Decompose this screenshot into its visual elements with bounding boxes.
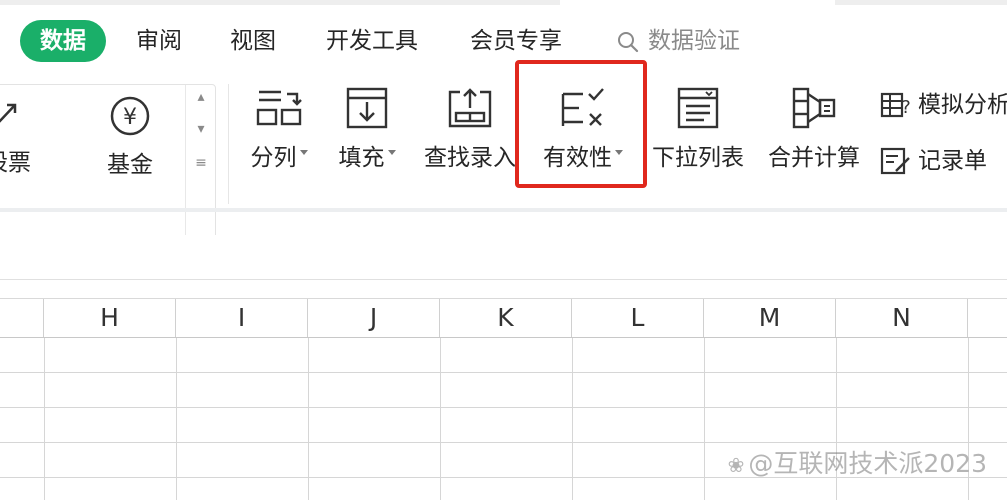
data-type-gallery: 股票 ¥ 基金 ▴ ▾ ≡ — [0, 84, 216, 250]
dropdown-caret-icon — [299, 150, 308, 155]
dropdown-list-button[interactable]: 下拉列表 — [650, 86, 746, 172]
grid-line — [308, 338, 309, 500]
validity-highlight-box — [515, 60, 647, 188]
tab-member-exclusive[interactable]: 会员专享 — [470, 20, 562, 62]
active-window-tab — [560, 0, 835, 5]
stock-chart-icon — [0, 103, 17, 123]
grid-line — [0, 442, 1007, 443]
column-header[interactable]: N — [836, 299, 968, 337]
fill-label: 填充 — [338, 145, 385, 171]
window-top-strip — [0, 0, 1007, 5]
record-form-icon — [880, 147, 910, 175]
yuan-coin-icon: ¥ — [110, 96, 150, 136]
lookup-entry-button[interactable]: 查找录入 — [420, 86, 520, 172]
column-header[interactable]: L — [572, 299, 704, 337]
paw-icon: ❀ — [727, 453, 745, 477]
watermark-text: @互联网技术派2023 — [748, 449, 987, 478]
column-header[interactable]: H — [44, 299, 176, 337]
ribbon-divider — [0, 208, 1007, 212]
scroll-down-icon[interactable]: ▾ — [186, 121, 216, 137]
grid-line — [44, 338, 45, 500]
tab-data[interactable]: 数据 — [20, 20, 106, 62]
column-header[interactable]: M — [704, 299, 836, 337]
tab-view[interactable]: 视图 — [230, 20, 276, 62]
column-header[interactable]: K — [440, 299, 572, 337]
grid-line — [176, 338, 177, 500]
column-header[interactable]: I — [176, 299, 308, 337]
feature-search[interactable]: 数据验证 — [614, 20, 740, 62]
what-if-analysis-label: 模拟分析 — [918, 92, 1007, 118]
grid-line — [572, 338, 573, 500]
record-form-label: 记录单 — [918, 148, 987, 174]
menu-tabs: 数据 审阅 视图 开发工具 会员专享 数据验证 — [0, 20, 1007, 64]
gallery-item-stock[interactable]: 股票 — [0, 95, 51, 177]
column-header-partial[interactable] — [968, 299, 1007, 337]
ribbon-separator — [228, 84, 229, 204]
fill-down-icon — [346, 87, 388, 129]
grid-line — [440, 338, 441, 500]
dropdown-caret-icon — [387, 150, 396, 155]
record-form-button[interactable]: 记录单 — [880, 144, 987, 178]
what-if-analysis-button[interactable]: ? 模拟分析 — [880, 88, 1007, 122]
tab-review[interactable]: 审阅 — [136, 20, 182, 62]
expand-gallery-icon[interactable]: ≡ — [186, 155, 216, 171]
svg-text:¥: ¥ — [123, 105, 137, 130]
ribbon-toolbar: 股票 ¥ 基金 ▴ ▾ ≡ 分列 — [0, 72, 1007, 250]
scroll-up-icon[interactable]: ▴ — [186, 89, 216, 105]
column-header-row: H I J K L M N — [0, 298, 1007, 338]
column-header[interactable]: J — [308, 299, 440, 337]
split-columns-label: 分列 — [250, 145, 297, 171]
svg-text:?: ? — [901, 97, 911, 118]
gallery-item-fund[interactable]: ¥ 基金 — [95, 95, 165, 179]
search-icon — [618, 32, 639, 53]
formula-bar-area[interactable] — [0, 235, 1007, 280]
search-label: 数据验证 — [648, 28, 740, 54]
dropdown-list-label: 下拉列表 — [652, 145, 744, 171]
grid-line — [704, 338, 705, 500]
fill-button[interactable]: 填充 — [334, 86, 400, 172]
split-columns-icon — [256, 90, 302, 126]
watermark: ❀ @互联网技术派2023 — [728, 444, 987, 480]
split-columns-button[interactable]: 分列 — [246, 86, 312, 172]
gallery-item-label: 基金 — [107, 152, 153, 178]
row-header-corner[interactable] — [0, 299, 44, 337]
grid-line — [0, 407, 1007, 408]
tab-developer-tools[interactable]: 开发工具 — [326, 20, 418, 62]
upload-entry-icon — [448, 88, 492, 128]
consolidate-label: 合并计算 — [768, 145, 860, 171]
consolidate-button[interactable]: 合并计算 — [766, 86, 862, 172]
what-if-analysis-icon: ? — [880, 92, 911, 118]
dropdown-list-icon — [677, 87, 719, 129]
gallery-item-label: 股票 — [0, 150, 31, 176]
consolidate-icon — [792, 87, 836, 129]
gallery-scrollbar[interactable]: ▴ ▾ ≡ — [185, 85, 215, 249]
grid-line — [0, 372, 1007, 373]
lookup-entry-label: 查找录入 — [424, 145, 516, 171]
